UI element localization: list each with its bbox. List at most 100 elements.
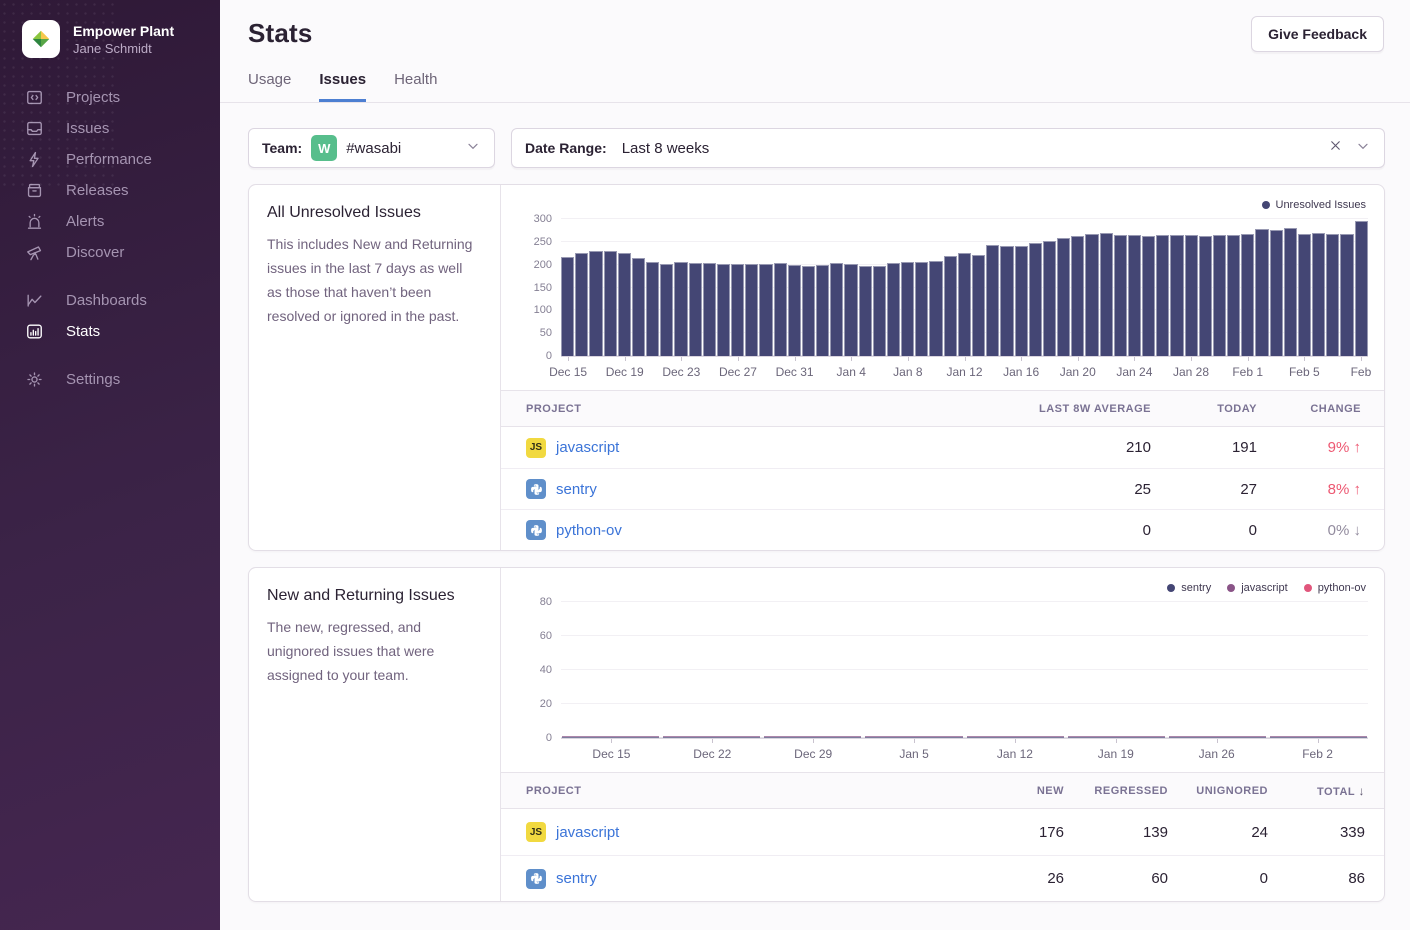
unignored-value: 24 bbox=[1168, 824, 1268, 841]
nav-divider bbox=[0, 268, 220, 285]
table-header-row: PROJECT LAST 8W AVERAGE TODAY CHANGE bbox=[501, 390, 1384, 427]
today-value: 27 bbox=[1151, 481, 1257, 498]
legend-dot bbox=[1304, 584, 1312, 592]
sidebar-item-label: Projects bbox=[66, 89, 120, 106]
give-feedback-button[interactable]: Give Feedback bbox=[1251, 16, 1384, 52]
tab-issues[interactable]: Issues bbox=[319, 71, 366, 102]
alerts-icon bbox=[25, 212, 44, 231]
legend-label: Unresolved Issues bbox=[1276, 199, 1367, 211]
arrow-up-icon: ↑ bbox=[1354, 481, 1362, 498]
date-range-value: Last 8 weeks bbox=[622, 140, 710, 157]
new-returning-issues-chart[interactable]: sentry javascript python-ov 020406 bbox=[501, 568, 1384, 766]
new-value: 26 bbox=[954, 870, 1064, 887]
sidebar: Empower Plant Jane Schmidt Projects Issu… bbox=[0, 0, 220, 930]
change-value: 9% ↑ bbox=[1257, 439, 1361, 456]
bar-chart: 050100150200250300Dec 15Dec 19Dec 23Dec … bbox=[561, 219, 1368, 384]
sidebar-item-label: Stats bbox=[66, 323, 100, 340]
sidebar-item-label: Settings bbox=[66, 371, 120, 388]
sort-descending-icon: ↓ bbox=[1359, 784, 1366, 798]
sidebar-item-label: Discover bbox=[66, 244, 124, 261]
legend-item-unresolved[interactable]: Unresolved Issues bbox=[1262, 197, 1367, 213]
date-range-select[interactable]: Date Range: Last 8 weeks bbox=[511, 128, 1385, 168]
column-header-today: TODAY bbox=[1151, 403, 1257, 415]
team-avatar: W bbox=[311, 135, 337, 161]
avg-value: 210 bbox=[961, 439, 1151, 456]
arrow-down-icon: ↓ bbox=[1354, 522, 1362, 539]
legend-label: sentry bbox=[1181, 582, 1211, 594]
legend-item-python-ov[interactable]: python-ov bbox=[1304, 580, 1366, 596]
project-link[interactable]: python-ov bbox=[556, 522, 622, 539]
user-name: Jane Schmidt bbox=[73, 40, 174, 57]
sidebar-item-performance[interactable]: Performance bbox=[0, 144, 220, 175]
org-name: Empower Plant bbox=[73, 22, 174, 40]
sidebar-item-label: Releases bbox=[66, 182, 129, 199]
new-returning-issues-panel: New and Returning Issues The new, regres… bbox=[248, 567, 1385, 902]
panel-summary: New and Returning Issues The new, regres… bbox=[249, 568, 501, 901]
sidebar-item-projects[interactable]: Projects bbox=[0, 82, 220, 113]
column-header-total[interactable]: TOTAL ↓ bbox=[1268, 784, 1365, 798]
sidebar-item-label: Alerts bbox=[66, 213, 104, 230]
legend-label: python-ov bbox=[1318, 582, 1366, 594]
chart-legend: Unresolved Issues bbox=[515, 197, 1370, 213]
team-select[interactable]: Team: W #wasabi bbox=[248, 128, 495, 168]
team-select-value: #wasabi bbox=[346, 140, 401, 157]
project-link[interactable]: javascript bbox=[556, 439, 619, 456]
chevron-down-icon[interactable] bbox=[1355, 138, 1371, 159]
table-row: JS javascript 210 191 9% ↑ bbox=[501, 427, 1384, 468]
table-header-row: PROJECT NEW REGRESSED UNIGNORED TOTAL ↓ bbox=[501, 772, 1384, 809]
legend-dot bbox=[1262, 201, 1270, 209]
sidebar-item-discover[interactable]: Discover bbox=[0, 237, 220, 268]
discover-icon bbox=[25, 243, 44, 262]
performance-icon bbox=[25, 150, 44, 169]
nav-divider bbox=[0, 347, 220, 364]
chevron-down-icon bbox=[465, 138, 481, 159]
total-value: 86 bbox=[1268, 870, 1365, 887]
sidebar-item-label: Dashboards bbox=[66, 292, 147, 309]
panel-title: All Unresolved Issues bbox=[267, 204, 480, 222]
change-value: 0% ↓ bbox=[1257, 522, 1361, 539]
clear-date-range-icon[interactable] bbox=[1328, 138, 1343, 158]
sidebar-item-label: Issues bbox=[66, 120, 109, 137]
tab-usage[interactable]: Usage bbox=[248, 71, 291, 102]
column-header-project: PROJECT bbox=[526, 785, 954, 797]
sidebar-item-settings[interactable]: Settings bbox=[0, 364, 220, 395]
new-returning-issues-table: PROJECT NEW REGRESSED UNIGNORED TOTAL ↓ … bbox=[501, 772, 1384, 901]
column-header-regressed: REGRESSED bbox=[1064, 785, 1168, 797]
legend-dot bbox=[1227, 584, 1235, 592]
sidebar-item-alerts[interactable]: Alerts bbox=[0, 206, 220, 237]
legend-item-sentry[interactable]: sentry bbox=[1167, 580, 1211, 596]
sidebar-item-label: Performance bbox=[66, 151, 152, 168]
unresolved-issues-chart[interactable]: Unresolved Issues 050100150200250300Dec … bbox=[501, 185, 1384, 384]
sidebar-item-stats[interactable]: Stats bbox=[0, 316, 220, 347]
table-row: sentry 26 60 0 86 bbox=[501, 855, 1384, 901]
project-link[interactable]: javascript bbox=[556, 824, 619, 841]
python-platform-icon bbox=[526, 479, 546, 499]
panel-title: New and Returning Issues bbox=[267, 587, 480, 605]
sidebar-item-dashboards[interactable]: Dashboards bbox=[0, 285, 220, 316]
legend-label: javascript bbox=[1241, 582, 1287, 594]
column-header-new: NEW bbox=[954, 785, 1064, 797]
unresolved-issues-panel: All Unresolved Issues This includes New … bbox=[248, 184, 1385, 551]
app-window: Empower Plant Jane Schmidt Projects Issu… bbox=[0, 0, 1410, 930]
arrow-up-icon: ↑ bbox=[1354, 439, 1362, 456]
avg-value: 25 bbox=[961, 481, 1151, 498]
tab-bar: Usage Issues Health bbox=[248, 71, 1384, 102]
new-value: 176 bbox=[954, 824, 1064, 841]
table-row: JS javascript 176 139 24 339 bbox=[501, 809, 1384, 855]
sidebar-item-releases[interactable]: Releases bbox=[0, 175, 220, 206]
unignored-value: 0 bbox=[1168, 870, 1268, 887]
org-switcher[interactable]: Empower Plant Jane Schmidt bbox=[22, 20, 220, 58]
today-value: 0 bbox=[1151, 522, 1257, 539]
javascript-platform-icon: JS bbox=[526, 822, 546, 842]
unresolved-issues-table: PROJECT LAST 8W AVERAGE TODAY CHANGE JS … bbox=[501, 390, 1384, 550]
python-platform-icon bbox=[526, 869, 546, 889]
avg-value: 0 bbox=[961, 522, 1151, 539]
project-link[interactable]: sentry bbox=[556, 481, 597, 498]
sidebar-item-issues[interactable]: Issues bbox=[0, 113, 220, 144]
stacked-bar-chart: 020406080Dec 15Dec 22Dec 29Jan 5Jan 12Ja… bbox=[561, 602, 1368, 766]
project-link[interactable]: sentry bbox=[556, 870, 597, 887]
legend-item-javascript[interactable]: javascript bbox=[1227, 580, 1287, 596]
page-header: Stats Give Feedback Usage Issues Health bbox=[220, 0, 1410, 103]
tab-health[interactable]: Health bbox=[394, 71, 437, 102]
main-area: Stats Give Feedback Usage Issues Health … bbox=[220, 0, 1410, 930]
